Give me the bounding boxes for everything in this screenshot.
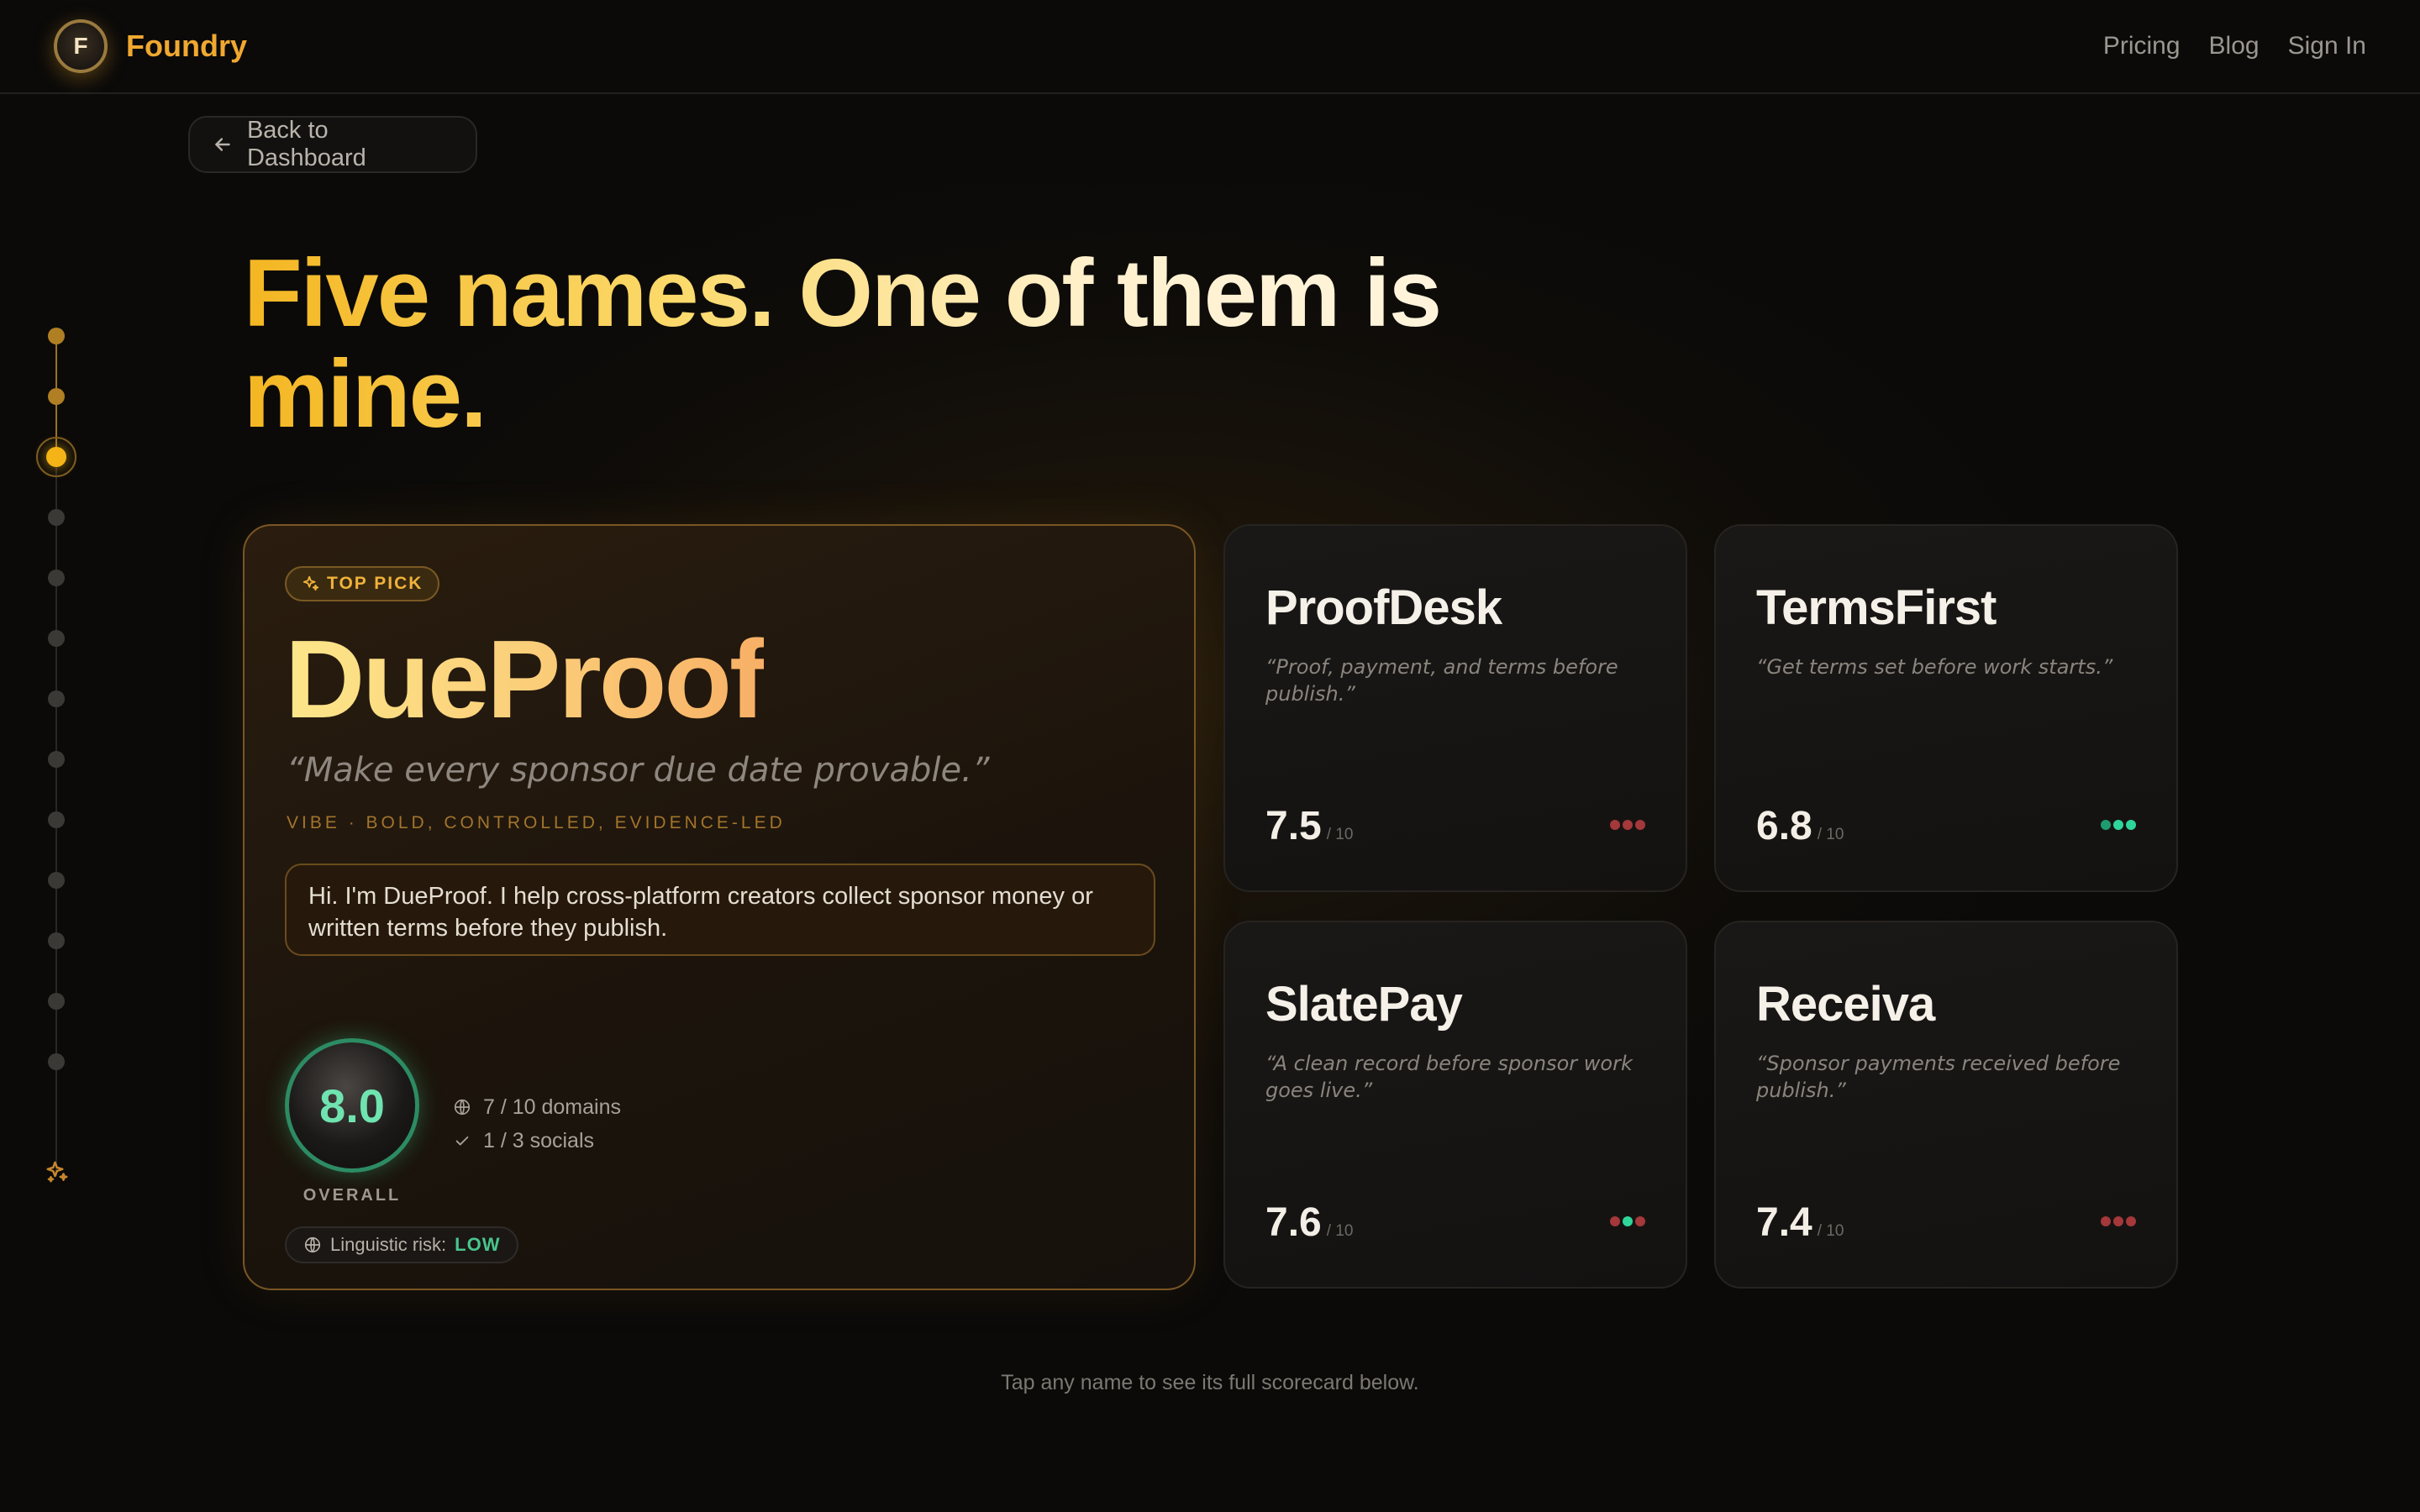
overall-score: 8.0	[319, 1079, 385, 1132]
app-name: Foundry	[126, 29, 247, 63]
domains-value: 7 / 10 domains	[483, 1095, 621, 1119]
domains-stat: 7 / 10 domains	[453, 1090, 621, 1124]
top-pick-label: TOP PICK	[327, 574, 424, 593]
status-dot	[1610, 820, 1620, 830]
status-dot	[2126, 820, 2136, 830]
status-dots	[2101, 820, 2136, 830]
step-dot-5[interactable]	[48, 570, 65, 586]
risk-label: Linguistic risk:	[330, 1234, 447, 1255]
name-card[interactable]: SlatePay “A clean record before sponsor …	[1223, 921, 1687, 1289]
card-tagline: “Proof, payment, and terms before publis…	[1265, 655, 1618, 706]
step-dot-10[interactable]	[48, 872, 65, 889]
card-tagline: “Sponsor payments received before publis…	[1756, 1052, 2121, 1102]
top-pick-tagline: “Make every sponsor due date provable.”	[287, 751, 990, 790]
name-card[interactable]: ProofDesk “Proof, payment, and terms bef…	[1223, 524, 1687, 892]
status-dot	[2101, 820, 2111, 830]
step-dot-12[interactable]	[48, 993, 65, 1010]
card-name: Receiva	[1756, 977, 1935, 1032]
score-max: / 10	[1817, 826, 1844, 843]
check-icon	[455, 1136, 469, 1146]
overall-score-ring: 8.0	[285, 1038, 419, 1173]
status-dot	[1635, 820, 1645, 830]
top-pick-vibe: VIBE · BOLD, CONTROLLED, EVIDENCE-LED	[287, 813, 786, 832]
step-dot-4[interactable]	[48, 509, 65, 526]
step-dot-current[interactable]	[36, 437, 76, 477]
card-score: 7.6 / 10	[1265, 1200, 1353, 1246]
globe-icon	[304, 1236, 321, 1253]
status-dot	[1623, 820, 1633, 830]
name-card[interactable]: TermsFirst “Get terms set before work st…	[1714, 524, 2178, 892]
status-dots	[1610, 820, 1645, 830]
score-value: 7.4	[1756, 1200, 1812, 1245]
logo-badge: F	[54, 19, 108, 73]
top-bar: F Foundry Pricing Blog Sign In	[0, 0, 2420, 94]
status-dots	[2101, 1216, 2136, 1226]
status-dots	[1610, 1216, 1645, 1226]
card-name: TermsFirst	[1756, 580, 1996, 635]
back-label: Back to Dashboard	[246, 117, 366, 171]
status-dot	[1610, 1216, 1620, 1226]
page-headline: Five names. One of them is mine.	[244, 244, 1672, 445]
step-rail	[34, 319, 81, 1193]
top-pick-badge: TOP PICK	[285, 566, 440, 601]
sparkle-icon	[302, 575, 319, 591]
status-dot	[1635, 1216, 1645, 1226]
step-dot-2[interactable]	[48, 388, 65, 405]
score-value: 7.6	[1265, 1200, 1322, 1245]
nav-pricing[interactable]: Pricing	[2103, 32, 2181, 60]
availability-stats: 7 / 10 domains 1 / 3 socials	[453, 1090, 621, 1158]
card-tagline: “Get terms set before work starts.”	[1756, 655, 2113, 679]
status-dot	[2101, 1216, 2111, 1226]
status-dot	[1623, 1216, 1633, 1226]
status-dot	[2113, 1216, 2123, 1226]
socials-stat: 1 / 3 socials	[453, 1124, 621, 1158]
step-dot-6[interactable]	[48, 630, 65, 647]
score-max: / 10	[1817, 1222, 1844, 1240]
step-dot-11[interactable]	[48, 932, 65, 949]
card-tagline: “A clean record before sponsor work goes…	[1265, 1052, 1633, 1102]
risk-value: LOW	[455, 1234, 501, 1255]
socials-value: 1 / 3 socials	[483, 1128, 595, 1152]
scorecard-hint: Tap any name to see its full scorecard b…	[1001, 1371, 1419, 1394]
status-dot	[2113, 820, 2123, 830]
top-pick-intro: Hi. I'm DueProof. I help cross-platform …	[285, 864, 1155, 956]
nav-sign-in[interactable]: Sign In	[2288, 32, 2366, 60]
brand[interactable]: F Foundry	[54, 19, 247, 73]
top-pick-name: DueProof	[285, 617, 766, 741]
score-max: / 10	[1326, 1222, 1354, 1240]
back-to-dashboard-button[interactable]: Back to Dashboard	[188, 116, 477, 173]
step-dot-1[interactable]	[48, 328, 65, 344]
step-dot-7[interactable]	[48, 690, 65, 707]
status-dot	[2126, 1216, 2136, 1226]
card-score: 7.5 / 10	[1265, 803, 1353, 849]
nav-blog[interactable]: Blog	[2209, 32, 2260, 60]
arrow-left-icon	[215, 138, 230, 151]
score-value: 7.5	[1265, 804, 1322, 848]
step-dot-8[interactable]	[48, 751, 65, 768]
step-dot-9[interactable]	[48, 811, 65, 828]
sparkle-icon	[46, 1161, 68, 1183]
top-pick-card[interactable]: TOP PICK DueProof “Make every sponsor du…	[243, 524, 1196, 1290]
card-name: SlatePay	[1265, 977, 1463, 1032]
globe-icon	[454, 1099, 471, 1116]
overall-label: OVERALL	[302, 1186, 402, 1205]
card-name: ProofDesk	[1265, 580, 1502, 635]
linguistic-risk-badge: Linguistic risk: LOW	[285, 1226, 519, 1263]
name-card[interactable]: Receiva “Sponsor payments received befor…	[1714, 921, 2178, 1289]
top-nav: Pricing Blog Sign In	[2103, 32, 2366, 60]
card-score: 7.4 / 10	[1756, 1200, 1844, 1246]
step-dot-13[interactable]	[48, 1053, 65, 1070]
card-score: 6.8 / 10	[1756, 803, 1844, 849]
score-value: 6.8	[1756, 804, 1812, 848]
score-max: / 10	[1326, 826, 1354, 843]
